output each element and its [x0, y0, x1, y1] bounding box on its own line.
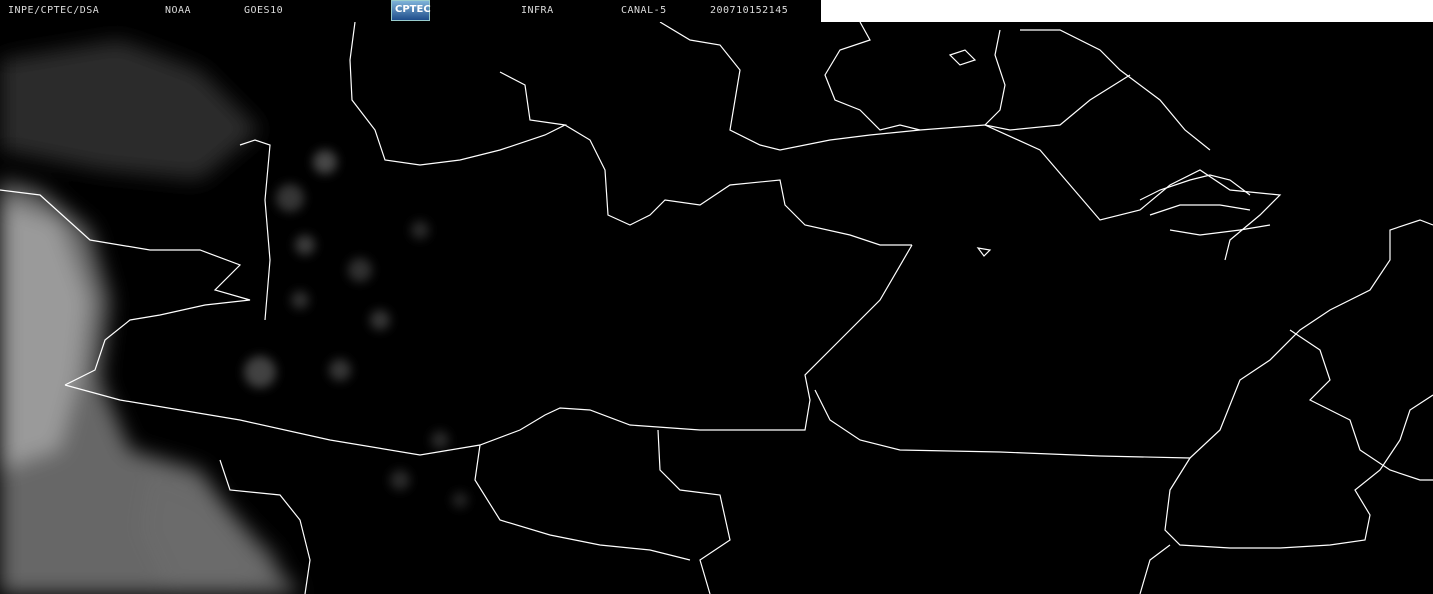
- image-header-bar: INPE/CPTEC/DSA NOAA GOES10 CPTEC INFRA C…: [0, 0, 821, 22]
- coastline-amazon-delta: [1139, 174, 1271, 236]
- satellite-image: [0, 22, 1433, 594]
- scattered-cells: [244, 150, 468, 508]
- border-roraima: [239, 139, 271, 321]
- border-amapa: [984, 124, 1282, 261]
- border-marker: [976, 247, 992, 257]
- channel-label: CANAL-5: [621, 5, 667, 16]
- header-blank-area: [821, 0, 1433, 22]
- logo-text: CPTEC: [395, 4, 431, 15]
- border-amazonas-para: [564, 124, 912, 246]
- border-rondonia: [474, 429, 731, 594]
- source-label: INPE/CPTEC/DSA: [8, 5, 100, 16]
- band-label: INFRA: [521, 5, 554, 16]
- border-lake: [948, 49, 977, 66]
- border-east: [1139, 329, 1433, 594]
- cptec-logo: CPTEC: [391, 0, 431, 21]
- datetime-label: 200710152145: [710, 5, 789, 16]
- border-north-central: [659, 22, 986, 151]
- border-guianas: [824, 22, 1211, 151]
- border-acre-line: [64, 244, 913, 456]
- agency-label: NOAA: [165, 5, 192, 16]
- border-para-mato-grosso: [814, 219, 1433, 459]
- satellite-label: GOES10: [244, 5, 284, 16]
- border-northwest: [349, 22, 567, 166]
